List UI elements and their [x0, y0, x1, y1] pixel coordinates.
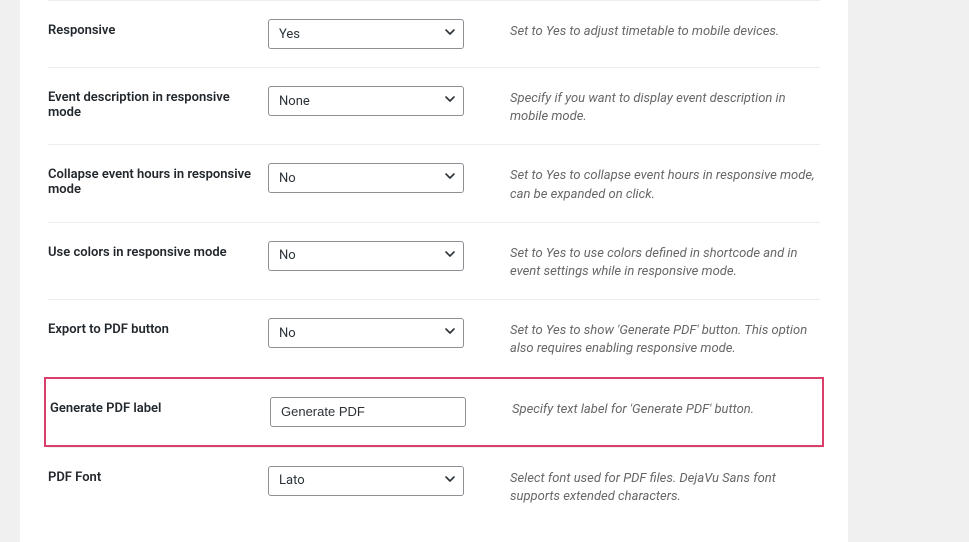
select-collapse-hours[interactable]: No [268, 163, 464, 193]
select-export-pdf-value: No [268, 318, 464, 348]
row-event-description: Event description in responsive mode Non… [48, 67, 820, 144]
control-pdf-font: Lato [268, 466, 468, 496]
select-pdf-font[interactable]: Lato [268, 466, 464, 496]
control-generate-pdf-label [270, 397, 470, 427]
desc-generate-pdf-label: Specify text label for 'Generate PDF' bu… [470, 397, 818, 419]
desc-export-pdf: Set to Yes to show 'Generate PDF' button… [468, 318, 820, 358]
select-use-colors-value: No [268, 241, 464, 271]
row-collapse-hours: Collapse event hours in responsive mode … [48, 144, 820, 221]
label-event-description: Event description in responsive mode [48, 86, 268, 120]
select-use-colors[interactable]: No [268, 241, 464, 271]
select-collapse-hours-value: No [268, 163, 464, 193]
row-use-colors: Use colors in responsive mode No Set to … [48, 222, 820, 299]
label-generate-pdf-label: Generate PDF label [50, 397, 270, 416]
input-generate-pdf-label[interactable] [270, 397, 466, 427]
label-collapse-hours: Collapse event hours in responsive mode [48, 163, 268, 197]
settings-panel: Responsive Yes Set to Yes to adjust time… [20, 0, 848, 542]
desc-responsive: Set to Yes to adjust timetable to mobile… [468, 19, 820, 41]
select-event-description[interactable]: None [268, 86, 464, 116]
label-pdf-font: PDF Font [48, 466, 268, 485]
row-pdf-font: PDF Font Lato Select font used for PDF f… [48, 447, 820, 524]
control-use-colors: No [268, 241, 468, 271]
row-generate-pdf-label-highlight: Generate PDF label Specify text label fo… [44, 377, 824, 447]
select-responsive[interactable]: Yes [268, 19, 464, 49]
select-pdf-font-value: Lato [268, 466, 464, 496]
row-responsive: Responsive Yes Set to Yes to adjust time… [48, 0, 820, 67]
control-collapse-hours: No [268, 163, 468, 193]
desc-pdf-font: Select font used for PDF files. DejaVu S… [468, 466, 820, 506]
desc-collapse-hours: Set to Yes to collapse event hours in re… [468, 163, 820, 203]
label-responsive: Responsive [48, 19, 268, 38]
control-export-pdf: No [268, 318, 468, 348]
row-export-pdf: Export to PDF button No Set to Yes to sh… [48, 299, 820, 376]
desc-event-description: Specify if you want to display event des… [468, 86, 820, 126]
label-use-colors: Use colors in responsive mode [48, 241, 268, 260]
desc-use-colors: Set to Yes to use colors defined in shor… [468, 241, 820, 281]
label-export-pdf: Export to PDF button [48, 318, 268, 337]
select-export-pdf[interactable]: No [268, 318, 464, 348]
control-responsive: Yes [268, 19, 468, 49]
select-responsive-value: Yes [268, 19, 464, 49]
select-event-description-value: None [268, 86, 464, 116]
control-event-description: None [268, 86, 468, 116]
